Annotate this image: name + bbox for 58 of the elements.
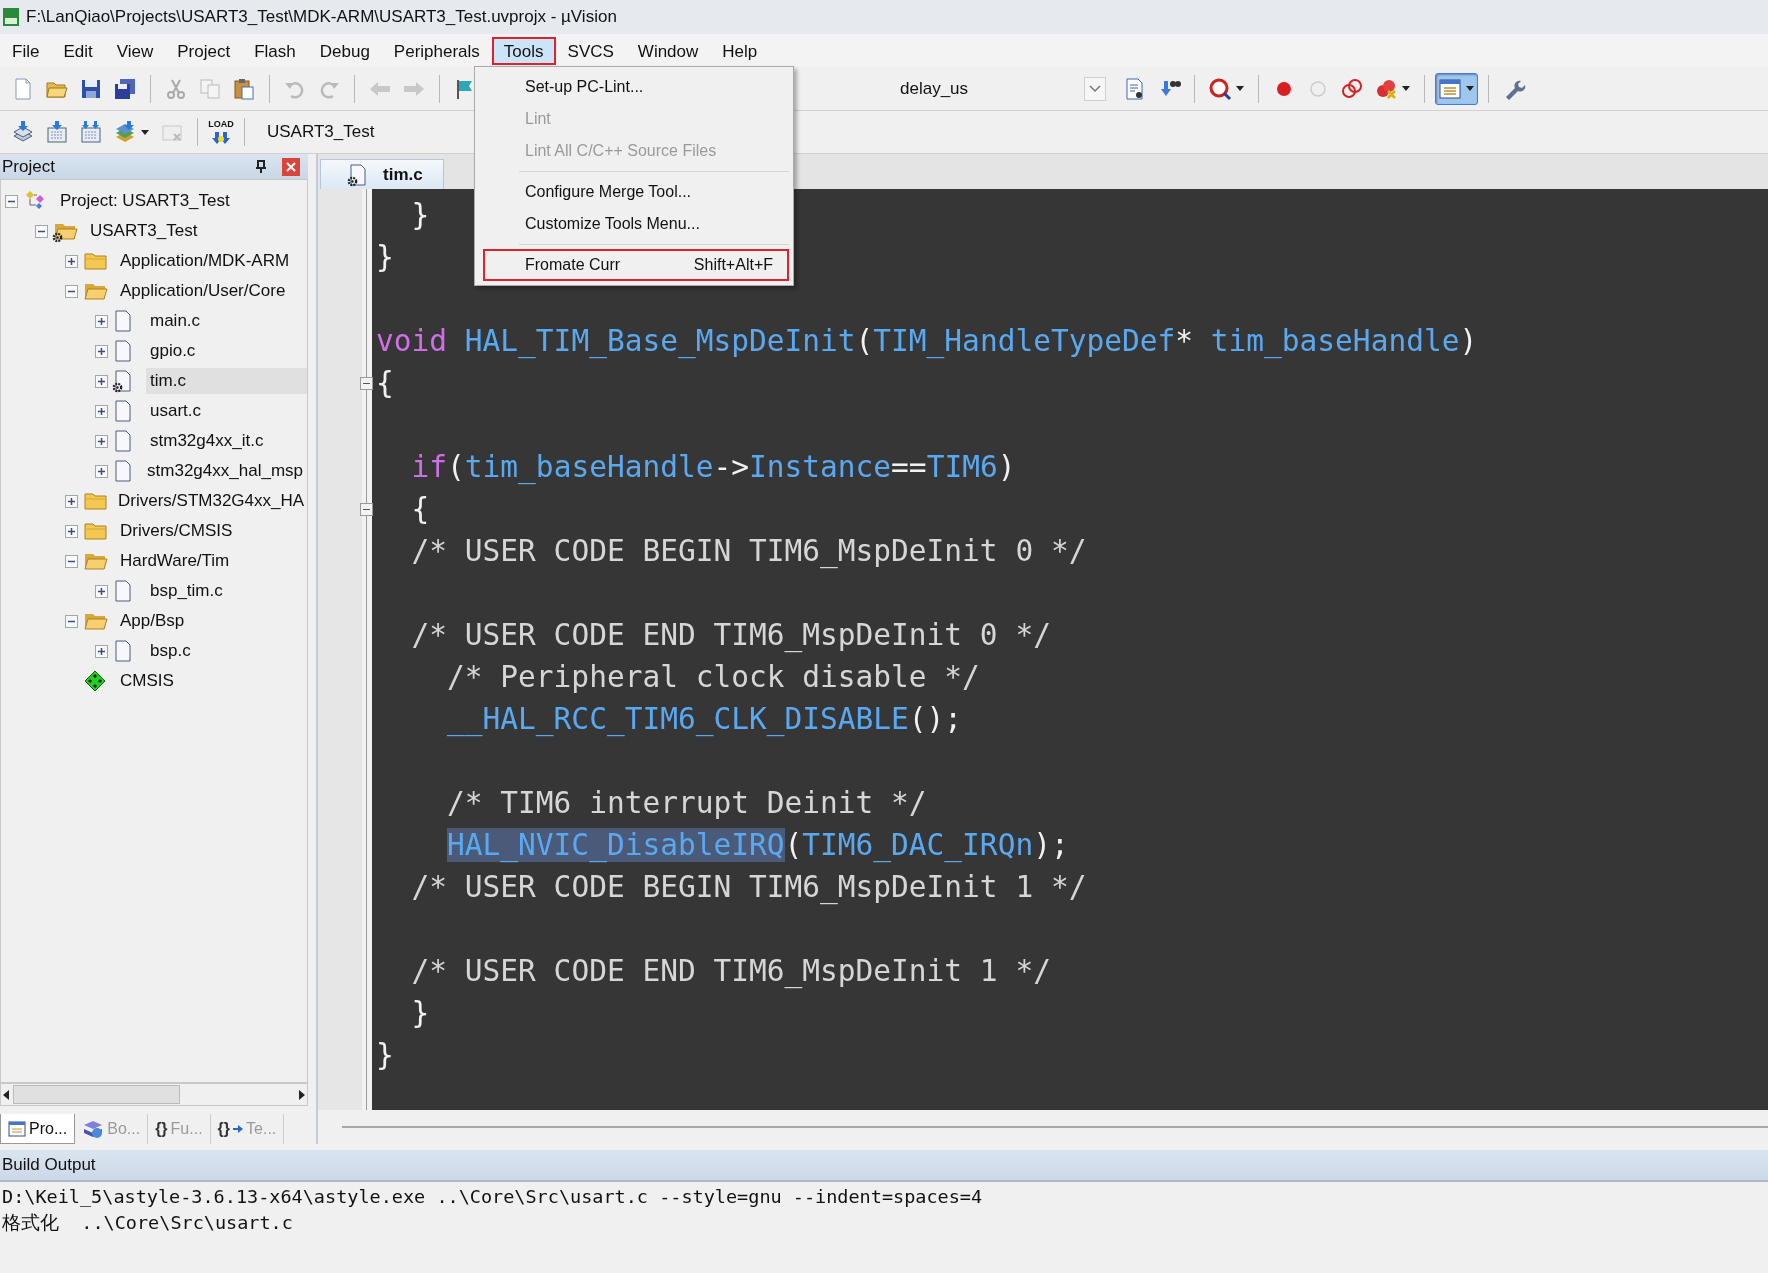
code-line: } bbox=[375, 1038, 394, 1072]
menu-item[interactable]: SVCS bbox=[555, 36, 626, 65]
menu-item[interactable]: Help bbox=[710, 36, 770, 65]
code-line: { bbox=[375, 366, 394, 400]
tree-item[interactable]: stm32g4xx_it.c bbox=[146, 428, 307, 454]
code-line: /* USER CODE END TIM6_MspDeInit 0 */ bbox=[410, 618, 1051, 652]
menu-item[interactable]: Set-up PC-Lint... bbox=[483, 71, 789, 103]
tree-item[interactable]: usart.c bbox=[146, 398, 307, 424]
code-line: /* Peripheral clock disable */ bbox=[446, 660, 980, 694]
menu-item[interactable]: Fromate Curr Shift+Alt+F bbox=[483, 249, 789, 281]
tree-item[interactable]: Drivers/CMSIS bbox=[116, 518, 307, 544]
editor-tab[interactable]: tim.c bbox=[320, 159, 444, 189]
menu-item[interactable]: Tools bbox=[491, 36, 556, 65]
code-line: { bbox=[410, 492, 430, 526]
tree-item[interactable]: bsp_tim.c bbox=[146, 578, 307, 604]
code-line: __HAL_RCC_TIM6_CLK_DISABLE(); bbox=[446, 702, 963, 736]
menu-item[interactable]: Window bbox=[625, 36, 711, 65]
tree-item[interactable]: tim.c bbox=[146, 368, 307, 394]
menu-item[interactable]: Peripherals bbox=[381, 36, 492, 65]
menu-item[interactable]: Flash bbox=[242, 36, 308, 65]
code-line: /* USER CODE BEGIN TIM6_MspDeInit 0 */ bbox=[410, 534, 1087, 568]
code-line: /* TIM6 interrupt Deinit */ bbox=[446, 786, 927, 820]
menu-item[interactable]: Debug bbox=[307, 36, 382, 65]
code-line: void HAL_TIM_Base_MspDeInit(TIM_HandleTypeDef* tim_baseHandle) bbox=[375, 324, 1478, 358]
code-line: /* USER CODE BEGIN TIM6_MspDeInit 1 */ bbox=[410, 870, 1087, 904]
tree-item[interactable]: stm32g4xx_hal_msp bbox=[143, 458, 307, 484]
code-line: } bbox=[375, 240, 394, 274]
tree-item[interactable]: Project: USART3_Test bbox=[56, 188, 307, 214]
panel-tab[interactable]: Pro... bbox=[0, 1114, 76, 1144]
panel-title: Build Output bbox=[2, 1155, 96, 1175]
tree-item[interactable]: HardWare/Tim bbox=[116, 548, 307, 574]
tree-item[interactable]: gpio.c bbox=[146, 338, 307, 364]
menu-item[interactable]: View bbox=[104, 36, 166, 65]
code-line: /* USER CODE END TIM6_MspDeInit 1 */ bbox=[410, 954, 1051, 988]
menu-item[interactable]: Edit bbox=[51, 36, 105, 65]
code-line: if(tim_baseHandle->Instance==TIM6) bbox=[410, 450, 1016, 484]
panel-tab[interactable]: {} Te... bbox=[210, 1114, 285, 1144]
window-title: F:\LanQiao\Projects\USART3_Test\MDK-ARM\USART3_Test.uvprojx - µVision bbox=[26, 7, 617, 27]
tree-item[interactable]: USART3_Test bbox=[86, 218, 307, 244]
output-line: 格式化 ..\Core\Src\usart.c bbox=[2, 1211, 294, 1234]
load-button[interactable]: LOAD bbox=[208, 119, 234, 145]
menu-item[interactable]: Project bbox=[165, 36, 243, 65]
menu-item[interactable]: Customize Tools Menu... bbox=[483, 208, 789, 240]
code-line: } bbox=[410, 996, 430, 1030]
code-line: } bbox=[410, 198, 430, 232]
tree-item[interactable]: App/Bsp bbox=[116, 608, 307, 634]
menu-item[interactable]: Configure Merge Tool... bbox=[483, 176, 789, 208]
tree-item[interactable]: Application/User/Core bbox=[116, 278, 307, 304]
tree-item[interactable]: Drivers/STM32G4xx_HA bbox=[114, 488, 307, 514]
tree-item[interactable]: CMSIS bbox=[116, 668, 307, 694]
output-line: D:\Keil_5\astyle-3.6.13-x64\astyle.exe ..\Core\Src\usart.c --style=gnu --indent=spaces=4 bbox=[2, 1186, 984, 1209]
tree-item[interactable]: main.c bbox=[146, 308, 307, 334]
tree-item[interactable]: Application/MDK-ARM bbox=[116, 248, 307, 274]
panel-title: Project bbox=[2, 156, 56, 177]
panel-tab[interactable]: {} Fu... bbox=[148, 1114, 211, 1144]
tree-item[interactable]: bsp.c bbox=[146, 638, 307, 664]
menu-item[interactable]: File bbox=[0, 36, 52, 65]
function-combo[interactable]: delay_us bbox=[888, 73, 1110, 104]
